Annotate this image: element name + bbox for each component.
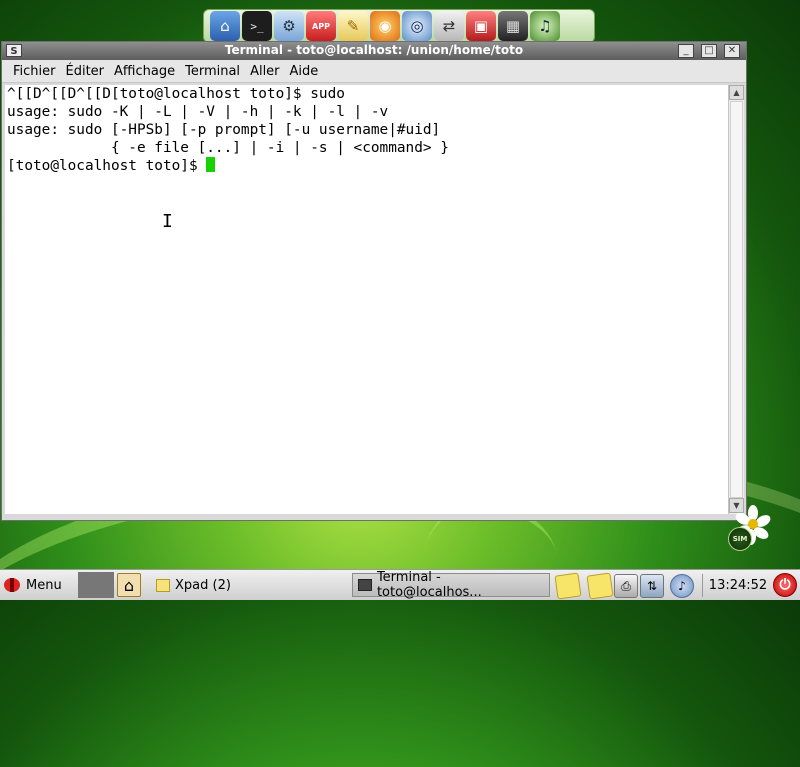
firefox-icon[interactable]: ◉: [370, 11, 400, 41]
window-titlebar[interactable]: S Terminal - toto@localhost: /union/home…: [2, 42, 746, 60]
printer-icon[interactable]: ⎙: [614, 574, 638, 598]
text-cursor: [206, 157, 216, 172]
menu-aide[interactable]: Aide: [285, 64, 324, 79]
start-menu-button[interactable]: Menu: [4, 573, 76, 597]
disc-burner-icon[interactable]: ◎: [402, 11, 432, 41]
menu-affichage[interactable]: Affichage: [109, 64, 180, 79]
start-menu-label: Menu: [26, 577, 62, 593]
system-tools-icon[interactable]: ⚙: [274, 11, 304, 41]
terminal-icon[interactable]: >_: [242, 11, 272, 41]
network-icon[interactable]: ⇄: [434, 11, 464, 41]
volume-icon[interactable]: ♪: [670, 574, 694, 598]
sim-badge: SIM: [728, 527, 752, 551]
taskbar: Menu ⌂ Xpad (2) Terminal - toto@localhos…: [0, 569, 800, 600]
terminal-line: usage: sudo -K | -L | -V | -h | -k | -l …: [7, 104, 389, 120]
menu-terminal[interactable]: Terminal: [180, 64, 245, 79]
menu-aller[interactable]: Aller: [245, 64, 284, 79]
taskbar-item-terminal[interactable]: Terminal - toto@localhos...: [352, 570, 550, 600]
text-editor-icon[interactable]: ✎: [338, 11, 368, 41]
sticky-note-icon[interactable]: [554, 572, 582, 600]
terminal-line: { -e file [...] | -i | -s | <command> }: [7, 140, 449, 156]
terminal-line: usage: sudo [-HPSb] [-p prompt] [-u user…: [7, 122, 441, 138]
scroll-thumb[interactable]: [730, 101, 743, 498]
minimize-button[interactable]: _: [678, 44, 694, 58]
terminal-line: ^[[D^[[D^[[D[toto@localhost toto]$ sudo: [7, 86, 345, 102]
taskbar-item-xpad[interactable]: Xpad (2): [150, 573, 340, 597]
home-folder-icon[interactable]: ⌂: [210, 11, 240, 41]
taskbar-item-label: Xpad (2): [175, 577, 231, 593]
maximize-button[interactable]: □: [701, 44, 717, 58]
network-status-icon[interactable]: ⇅: [640, 574, 664, 598]
sticky-note-icon[interactable]: [586, 572, 614, 600]
power-icon[interactable]: ⏻: [773, 573, 797, 597]
menu-fichier[interactable]: Fichier: [8, 64, 61, 79]
terminal-icon: [358, 579, 372, 591]
terminal-prompt: [toto@localhost toto]$: [7, 158, 207, 174]
window-title: Terminal - toto@localhost: /union/home/t…: [224, 43, 524, 57]
headphones-icon[interactable]: ♫: [530, 11, 560, 41]
terminal-output[interactable]: ^[[D^[[D^[[D[toto@localhost toto]$ sudo …: [5, 85, 728, 514]
terminal-prompt-line[interactable]: [toto@localhost toto]$: [5, 157, 728, 175]
workspace-pager[interactable]: [78, 572, 114, 598]
toolbox-icon[interactable]: ▣: [466, 11, 496, 41]
terminal-window: S Terminal - toto@localhost: /union/home…: [1, 41, 747, 521]
taskbar-item-label: Terminal - toto@localhos...: [376, 570, 482, 600]
sticky-note-icon: [156, 578, 170, 592]
close-button[interactable]: ✕: [724, 44, 740, 58]
menu-editer[interactable]: Éditer: [61, 64, 110, 79]
video-player-icon[interactable]: ▦: [498, 11, 528, 41]
clock[interactable]: 13:24:52: [706, 573, 770, 597]
vertical-scrollbar[interactable]: ▲ ▼: [728, 85, 744, 514]
ladybug-icon: [4, 578, 20, 592]
mouse-ibeam-icon: I: [162, 211, 173, 232]
show-desktop-icon[interactable]: ⌂: [117, 573, 141, 597]
app-store-icon[interactable]: APP: [306, 11, 336, 41]
flower-center: [748, 519, 758, 529]
scroll-up-icon[interactable]: ▲: [729, 85, 744, 100]
app-dock: ⌂ >_ ⚙ APP ✎ ◉ ◎ ⇄ ▣ ▦ ♫: [203, 9, 595, 43]
menu-bar: Fichier Éditer Affichage Terminal Aller …: [2, 60, 746, 83]
tray-divider: [702, 574, 703, 597]
